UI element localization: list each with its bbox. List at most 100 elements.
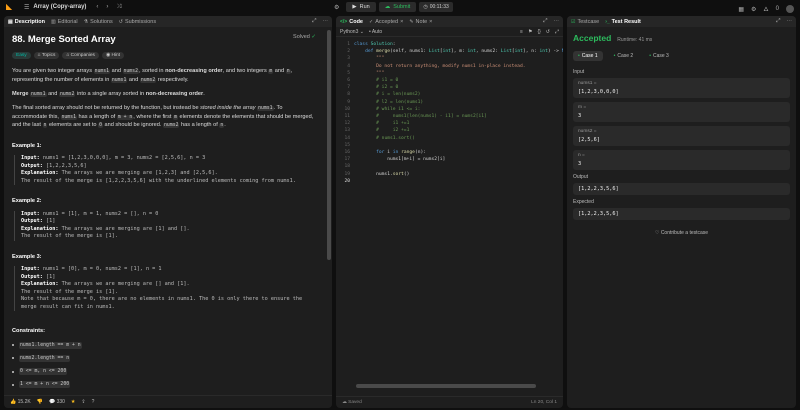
debug-icon[interactable]: ⚙ [334, 4, 339, 11]
more-icon[interactable]: ⋯ [787, 19, 793, 25]
tab-test-result[interactable]: ›_ Test Result [605, 19, 641, 25]
line-number: 19 [344, 171, 350, 177]
shuffle-icon[interactable]: ⤨ [116, 4, 121, 11]
save-status: ☁ Saved [342, 400, 362, 405]
code-icon: </> [340, 18, 348, 25]
code-lines[interactable]: class Solution: def merge(self, nums1: L… [354, 37, 563, 396]
dislike-icon[interactable]: 👎 [37, 399, 43, 405]
flask-icon: ⚗ [83, 18, 89, 25]
code-editor[interactable]: 1 2 3 4 5 6 7 8 9 10 11 12 13 14 15 16 17 18 19 20 class So… [336, 37, 563, 396]
heart-icon: ♡ [654, 230, 660, 236]
case-tab-2[interactable]: • Case 2 [609, 51, 639, 61]
braces-icon[interactable]: {} [537, 29, 540, 35]
test-result-body: Accepted Runtime: 41 ms • Case 1 • Case 2 … [567, 27, 796, 242]
submit-button[interactable]: ☁ Submit [378, 2, 417, 12]
close-icon[interactable]: × [400, 19, 403, 25]
line-number: 20 [344, 178, 350, 184]
tab-testcase[interactable]: ☑ Testcase [571, 19, 599, 25]
input-field-nums2: nums2 = [2,5,6] [573, 126, 790, 146]
constraints-list: nums1.length == m + n nums2.length == n … [12, 341, 318, 389]
input-field-nums1: nums1 = [1,2,3,0,0,0] [573, 78, 790, 98]
contribute-testcase-link[interactable]: ♡ Contribute a testcase [573, 230, 790, 236]
list-item: 0 <= m, n <= 200 [12, 367, 318, 376]
companies-badge[interactable]: ⌂ Companies [62, 52, 99, 60]
play-icon: ▶ [352, 4, 357, 10]
chevron-right-icon[interactable]: › [106, 4, 108, 10]
maximize-icon[interactable]: ⤢ [312, 18, 316, 25]
example-heading: Example 3: [12, 253, 42, 260]
line-number: 12 [344, 121, 350, 127]
line-number: 13 [344, 128, 350, 134]
topics-badge[interactable]: ⌂ Topics [33, 52, 60, 60]
description-paragraph: You are given two integer arrays nums1 a… [12, 68, 293, 83]
maximize-icon[interactable]: ⤢ [776, 18, 780, 25]
line-number: 18 [344, 164, 350, 170]
example-block: Input: nums1 = [1,2,3,0,0,0], m = 3, num… [14, 154, 318, 186]
description-paragraph: Merge nums1 and nums2 into a single arra… [12, 91, 205, 98]
line-number: 11 [344, 114, 350, 120]
line-number: 1 [347, 42, 350, 47]
clock-icon: ◷ [423, 4, 428, 10]
code-toolbar: Python3 ⌄ • Auto ≡ ⚑ {} ↺ ⤢ [336, 27, 563, 37]
line-number: 9 [347, 99, 350, 105]
layout-icon[interactable]: ▦ [738, 6, 744, 13]
settings-icon[interactable]: ⚙ [751, 6, 756, 13]
tab-submissions[interactable]: ↺ Submissions [119, 19, 156, 25]
solved-status: Solved ✓ [293, 34, 316, 40]
avatar[interactable] [786, 5, 794, 13]
tab-description[interactable]: ▤ Description [8, 19, 45, 25]
problem-title[interactable]: 88. Merge Sorted Array [12, 33, 318, 47]
tab-note[interactable]: ✎ Note × [409, 19, 432, 25]
line-number: 10 [344, 106, 350, 112]
expected-field: [1,2,2,3,5,6] [573, 208, 790, 220]
tab-code[interactable]: </> Code [340, 19, 363, 25]
description-footer: 👍 15.2K 👎 💬 330 ★ ⇪ ? [4, 395, 332, 408]
more-icon[interactable]: ⋯ [323, 19, 329, 25]
output-label: Output [573, 174, 589, 180]
case-tab-1[interactable]: • Case 1 [573, 51, 603, 61]
maximize-icon[interactable]: ⤢ [543, 18, 547, 25]
history-icon: ↺ [118, 18, 123, 25]
line-number: 17 [344, 157, 350, 163]
tab-solutions[interactable]: ⚗ Solutions [84, 19, 113, 25]
hint-badge[interactable]: ◉ Hint [101, 52, 124, 60]
more-icon[interactable]: ⋯ [554, 19, 560, 25]
description-tabbar: ▤ Description ▥ Editorial ⚗ Solutions ↺ … [4, 16, 332, 27]
notification-count[interactable]: 0 [776, 6, 779, 12]
run-button[interactable]: ▶ Run [346, 2, 376, 12]
example-block: Input: nums1 = [0], m = 0, nums2 = [1], … [14, 266, 318, 312]
language-select[interactable]: Python3 ⌄ [340, 29, 364, 35]
bookmark-icon[interactable]: ⚑ [528, 29, 532, 35]
check-icon: ✓ [368, 18, 374, 25]
result-panel: ☑ Testcase ›_ Test Result ⤢ ⋯ Accepted R… [567, 16, 796, 408]
list-icon[interactable]: ☰ [24, 4, 29, 11]
tab-editorial[interactable]: ▥ Editorial [51, 19, 78, 25]
leetcode-logo-icon[interactable]: ◣ [6, 3, 14, 11]
flame-icon[interactable]: 🜂 [763, 3, 768, 15]
list-item: nums2.length == n [12, 354, 318, 362]
autocomplete-toggle[interactable]: • Auto [369, 29, 382, 35]
expand-icon[interactable]: ⤢ [555, 29, 559, 35]
input-label: Input [573, 69, 585, 75]
problem-list-title[interactable]: Array (Copy-array) [33, 4, 86, 10]
description-scrollbar[interactable] [327, 30, 331, 260]
chevron-left-icon[interactable]: ‹ [96, 4, 98, 10]
format-icon[interactable]: ≡ [520, 29, 523, 35]
comments-button[interactable]: 💬 330 [49, 399, 65, 405]
expected-label: Expected [573, 199, 594, 205]
star-icon[interactable]: ★ [71, 399, 75, 405]
like-button[interactable]: 👍 15.2K [10, 399, 31, 405]
close-icon[interactable]: × [429, 19, 432, 25]
line-number: 15 [344, 142, 350, 148]
horizontal-scrollbar[interactable] [356, 384, 536, 388]
case-tab-3[interactable]: • Case 3 [644, 51, 674, 61]
timer[interactable]: ◷ 00:11:33 [419, 2, 453, 12]
tab-accepted[interactable]: ✓ Accepted × [369, 19, 403, 25]
help-icon[interactable]: ? [92, 399, 95, 405]
example-heading: Example 1: [12, 142, 42, 149]
result-status: Accepted Runtime: 41 ms [573, 33, 653, 43]
reset-icon[interactable]: ↺ [546, 29, 550, 35]
share-icon[interactable]: ⇪ [81, 399, 85, 405]
top-navbar: ◣ ☰ Array (Copy-array) ‹ › ⤨ ⚙ ▶ Run ☁ S… [0, 0, 800, 14]
line-number: 2 [347, 49, 350, 55]
